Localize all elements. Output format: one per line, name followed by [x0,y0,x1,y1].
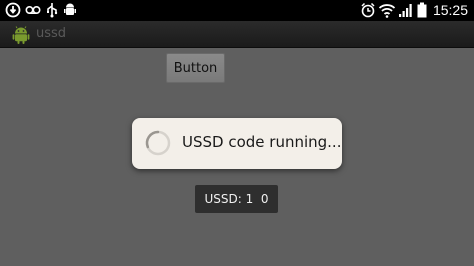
status-bar: 15:25 [0,0,474,21]
main-button[interactable]: Button [166,53,225,83]
android-debug-icon [64,3,76,15]
wifi-icon [378,4,396,18]
android-icon [12,26,30,44]
alarm-icon [361,2,375,18]
app-title: ussd [36,26,67,41]
voicemail-icon [25,6,41,15]
usb-icon [47,3,58,18]
battery-icon [417,2,427,18]
title-bar: ussd [0,21,474,48]
loading-spinner-icon [145,130,171,156]
content-area: Button USSD code running... USSD: 1 0 [0,48,474,266]
dialog-message: USSD code running... [182,133,342,151]
usb-debug-icon [5,2,21,18]
status-time: 15:25 [432,2,468,18]
progress-dialog: USSD code running... [132,118,342,169]
toast-message: USSD: 1 0 [195,185,278,213]
signal-icon [399,4,412,17]
